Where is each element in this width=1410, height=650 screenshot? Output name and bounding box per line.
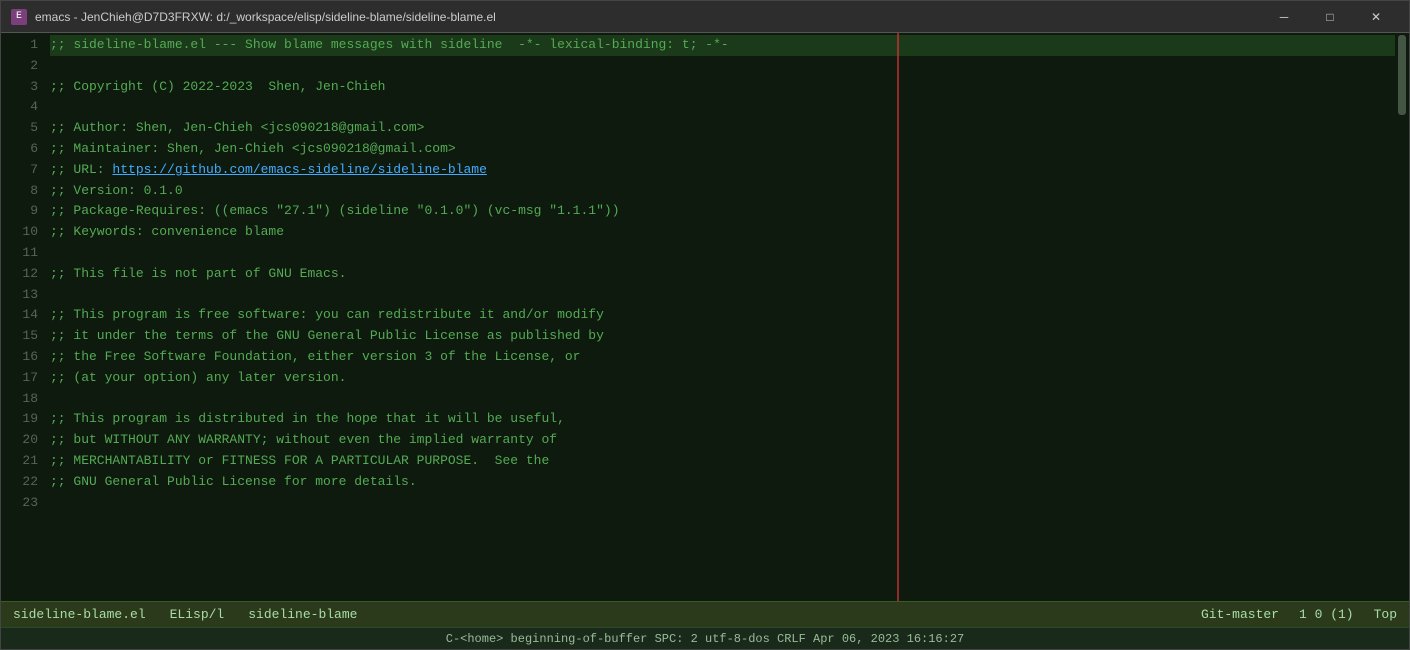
ln-6: 6 — [9, 139, 38, 160]
filename-status: sideline-blame.el — [13, 607, 146, 622]
editor-main: 1 2 3 4 5 6 7 8 9 10 11 12 13 14 15 16 1… — [1, 33, 1409, 601]
code-line-5: ;; Author: Shen, Jen-Chieh <jcs090218@gm… — [50, 118, 1395, 139]
line-numbers: 1 2 3 4 5 6 7 8 9 10 11 12 13 14 15 16 1… — [1, 33, 46, 601]
ln-13: 13 — [9, 285, 38, 306]
ln-17: 17 — [9, 368, 38, 389]
code-line-20: ;; but WITHOUT ANY WARRANTY; without eve… — [50, 430, 1395, 451]
column-ruler — [897, 33, 899, 601]
title-bar: E emacs - JenChieh@D7D3FRXW: d:/_workspa… — [1, 1, 1409, 33]
scrollbar[interactable] — [1395, 33, 1409, 601]
ln-9: 9 — [9, 201, 38, 222]
code-line-18 — [50, 389, 1395, 410]
code-line-12: ;; This file is not part of GNU Emacs. — [50, 264, 1395, 285]
ln-14: 14 — [9, 305, 38, 326]
ln-5: 5 — [9, 118, 38, 139]
code-line-4 — [50, 97, 1395, 118]
ln-19: 19 — [9, 409, 38, 430]
window-controls: ─ □ ✕ — [1261, 1, 1399, 33]
code-line-10: ;; Keywords: convenience blame — [50, 222, 1395, 243]
code-line-22: ;; GNU General Public License for more d… — [50, 472, 1395, 493]
code-line-17: ;; (at your option) any later version. — [50, 368, 1395, 389]
app-icon: E — [11, 9, 27, 25]
code-line-23 — [50, 493, 1395, 514]
ln-23: 23 — [9, 493, 38, 514]
scrollbar-thumb[interactable] — [1398, 35, 1406, 115]
close-button[interactable]: ✕ — [1353, 1, 1399, 33]
code-line-1: ;; sideline-blame.el --- Show blame mess… — [50, 35, 1395, 56]
code-line-13 — [50, 285, 1395, 306]
minibuffer: C-<home> beginning-of-buffer SPC: 2 utf-… — [1, 627, 1409, 649]
ln-21: 21 — [9, 451, 38, 472]
ln-10: 10 — [9, 222, 38, 243]
code-line-8: ;; Version: 0.1.0 — [50, 181, 1395, 202]
ln-20: 20 — [9, 430, 38, 451]
minibuffer-content: C-<home> beginning-of-buffer SPC: 2 utf-… — [446, 632, 964, 646]
code-line-6: ;; Maintainer: Shen, Jen-Chieh <jcs09021… — [50, 139, 1395, 160]
ln-22: 22 — [9, 472, 38, 493]
status-right: Git-master 1 0 (1) Top — [1201, 607, 1397, 622]
code-line-2 — [50, 56, 1395, 77]
maximize-button[interactable]: □ — [1307, 1, 1353, 33]
ln-11: 11 — [9, 243, 38, 264]
mode-line: sideline-blame.el ELisp/l sideline-blame… — [1, 601, 1409, 627]
ln-3: 3 — [9, 77, 38, 98]
code-area[interactable]: ;; sideline-blame.el --- Show blame mess… — [46, 33, 1395, 601]
ln-16: 16 — [9, 347, 38, 368]
editor-container: 1 2 3 4 5 6 7 8 9 10 11 12 13 14 15 16 1… — [1, 33, 1409, 649]
code-line-14: ;; This program is free software: you ca… — [50, 305, 1395, 326]
ln-15: 15 — [9, 326, 38, 347]
position-status: 1 0 (1) — [1299, 607, 1354, 622]
mode-status: ELisp/l — [170, 607, 225, 622]
code-line-16: ;; the Free Software Foundation, either … — [50, 347, 1395, 368]
branch-status: Git-master — [1201, 607, 1279, 622]
ln-2: 2 — [9, 56, 38, 77]
ln-4: 4 — [9, 97, 38, 118]
url-link[interactable]: https://github.com/emacs-sideline/sideli… — [112, 162, 486, 177]
top-status: Top — [1374, 607, 1397, 622]
project-status: sideline-blame — [248, 607, 357, 622]
ln-12: 12 — [9, 264, 38, 285]
ln-18: 18 — [9, 389, 38, 410]
code-line-3: ;; Copyright (C) 2022-2023 Shen, Jen-Chi… — [50, 77, 1395, 98]
minimize-button[interactable]: ─ — [1261, 1, 1307, 33]
code-line-19: ;; This program is distributed in the ho… — [50, 409, 1395, 430]
code-line-11 — [50, 243, 1395, 264]
ln-1: 1 — [9, 35, 38, 56]
ln-7: 7 — [9, 160, 38, 181]
emacs-window: E emacs - JenChieh@D7D3FRXW: d:/_workspa… — [0, 0, 1410, 650]
title-text: emacs - JenChieh@D7D3FRXW: d:/_workspace… — [35, 10, 1261, 24]
ln-8: 8 — [9, 181, 38, 202]
code-line-15: ;; it under the terms of the GNU General… — [50, 326, 1395, 347]
code-line-21: ;; MERCHANTABILITY or FITNESS FOR A PART… — [50, 451, 1395, 472]
code-line-7: ;; URL: https://github.com/emacs-sidelin… — [50, 160, 1395, 181]
code-line-9: ;; Package-Requires: ((emacs "27.1") (si… — [50, 201, 1395, 222]
